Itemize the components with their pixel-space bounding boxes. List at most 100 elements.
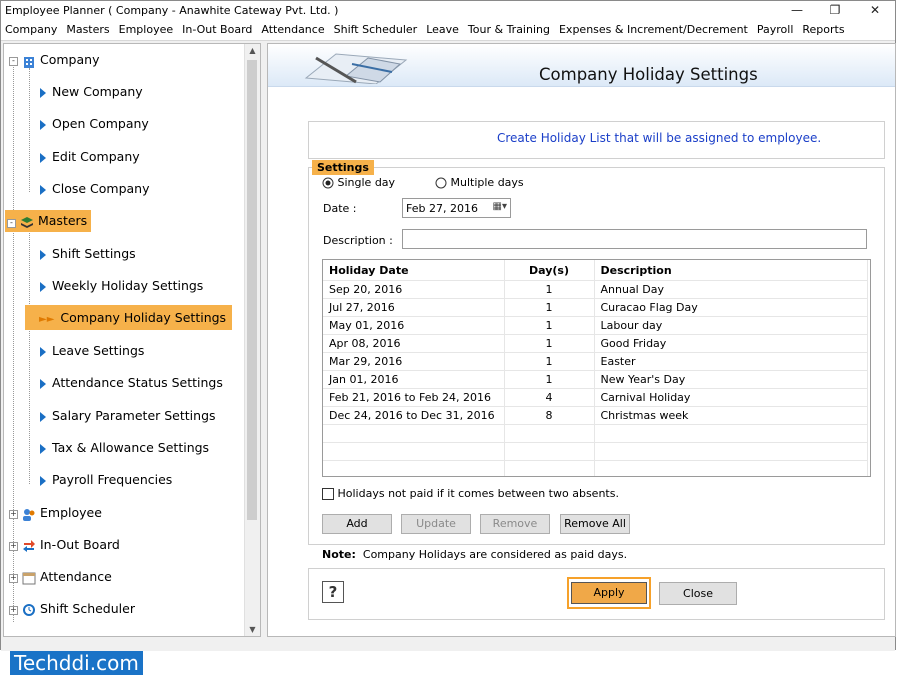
menu-masters[interactable]: Masters bbox=[62, 21, 114, 39]
arrow-icon bbox=[40, 249, 46, 260]
tree-payroll-frequencies[interactable]: Payroll Frequencies bbox=[40, 472, 172, 487]
apply-button[interactable]: Apply bbox=[571, 582, 647, 604]
single-day-radio[interactable]: Single day bbox=[322, 176, 395, 189]
tree-edit-company[interactable]: Edit Company bbox=[40, 149, 140, 164]
collapse-icon[interactable]: - bbox=[9, 57, 18, 66]
help-icon[interactable]: ? bbox=[322, 581, 344, 603]
tree-item-label: Payroll Frequencies bbox=[52, 472, 173, 487]
tree-line bbox=[29, 230, 30, 484]
cell-description: New Year's Day bbox=[594, 370, 868, 389]
restore-icon[interactable]: ❐ bbox=[816, 1, 854, 21]
scroll-down-icon[interactable]: ▼ bbox=[245, 625, 260, 634]
menu-employee[interactable]: Employee bbox=[115, 21, 178, 39]
note-label: Note: bbox=[322, 548, 356, 561]
menu-leave[interactable]: Leave bbox=[422, 21, 464, 39]
menu-attendance[interactable]: Attendance bbox=[257, 21, 329, 39]
tree-item-label: Attendance Status Settings bbox=[52, 375, 223, 390]
description-input[interactable] bbox=[402, 229, 867, 249]
tree-item-label: Weekly Holiday Settings bbox=[52, 278, 204, 293]
close-icon[interactable]: ✕ bbox=[856, 1, 894, 21]
menu-tour-training[interactable]: Tour & Training bbox=[464, 21, 555, 39]
arrow-icon bbox=[40, 378, 46, 389]
tree-employee[interactable]: Employee bbox=[22, 505, 102, 521]
watermark-logo: Techddi.com bbox=[10, 651, 143, 675]
settings-label: Settings bbox=[312, 160, 374, 175]
cell-date: Sep 20, 2016 bbox=[323, 280, 505, 299]
add-button[interactable]: Add bbox=[322, 514, 392, 534]
cell-days: 4 bbox=[504, 388, 595, 407]
date-value: Feb 27, 2016 bbox=[406, 202, 478, 215]
expand-icon[interactable]: + bbox=[9, 606, 18, 615]
tree-company-holiday-settings[interactable]: ►► Company Holiday Settings bbox=[25, 305, 233, 330]
col-days[interactable]: Day(s) bbox=[504, 260, 595, 281]
menu-reports[interactable]: Reports bbox=[798, 21, 849, 39]
tree-salary-parameter-settings[interactable]: Salary Parameter Settings bbox=[40, 408, 216, 423]
cell-description: Easter bbox=[594, 352, 868, 371]
menu-shift-scheduler[interactable]: Shift Scheduler bbox=[330, 21, 423, 39]
table-row[interactable]: Jan 01, 2016 1 New Year's Day bbox=[323, 370, 868, 389]
tree-scrollbar[interactable]: ▲ ▼ bbox=[244, 44, 260, 636]
tree-attendance-status-settings[interactable]: Attendance Status Settings bbox=[40, 375, 223, 390]
menu-bar: Company Masters Employee In-Out Board Attend… bbox=[1, 21, 895, 54]
table-row[interactable]: Dec 24, 2016 to Dec 31, 2016 8 Christmas w… bbox=[323, 406, 868, 425]
close-button[interactable]: Close bbox=[659, 582, 737, 605]
expand-icon[interactable]: + bbox=[9, 574, 18, 583]
arrow-icon bbox=[40, 346, 46, 357]
tree-company[interactable]: Company bbox=[22, 52, 99, 68]
table-row[interactable]: Feb 21, 2016 to Feb 24, 2016 4 Carnival Ho… bbox=[323, 388, 868, 407]
menu-payroll[interactable]: Payroll bbox=[753, 21, 799, 39]
note-text: Company Holidays are considered as paid … bbox=[362, 548, 628, 561]
apply-highlight: Apply bbox=[567, 577, 651, 609]
minimize-button[interactable]: — bbox=[778, 1, 816, 21]
cell-days: 1 bbox=[504, 298, 595, 317]
footer-panel: ? Apply Close bbox=[308, 568, 885, 620]
expand-icon[interactable]: + bbox=[9, 542, 18, 551]
table-row[interactable]: Sep 20, 2016 1 Annual Day bbox=[323, 280, 868, 299]
banner-image-icon bbox=[296, 46, 416, 87]
update-button[interactable]: Update bbox=[401, 514, 471, 534]
tree-tax-allowance-settings[interactable]: Tax & Allowance Settings bbox=[40, 440, 209, 455]
scroll-up-icon[interactable]: ▲ bbox=[245, 46, 260, 55]
tree-masters[interactable]: - Masters bbox=[5, 210, 92, 232]
tree-item-label: Close Company bbox=[52, 181, 150, 196]
multiple-days-radio[interactable]: Multiple days bbox=[435, 176, 524, 189]
tree-close-company[interactable]: Close Company bbox=[40, 181, 150, 196]
arrow-icon bbox=[40, 443, 46, 454]
swap-arrows-icon bbox=[22, 539, 36, 553]
tree-shift-settings[interactable]: Shift Settings bbox=[40, 246, 136, 261]
scroll-thumb[interactable] bbox=[247, 60, 257, 520]
col-description[interactable]: Description bbox=[594, 260, 868, 281]
remove-all-button[interactable]: Remove All bbox=[560, 514, 630, 534]
tree-item-label: Salary Parameter Settings bbox=[52, 408, 216, 423]
tree-attendance[interactable]: Attendance bbox=[22, 569, 112, 585]
tree-shift-scheduler[interactable]: Shift Scheduler bbox=[22, 601, 135, 617]
cell-days: 8 bbox=[504, 406, 595, 425]
cell-description: Carnival Holiday bbox=[594, 388, 868, 407]
date-picker[interactable]: Feb 27, 2016 ▦▾ bbox=[402, 198, 511, 218]
holiday-table: Holiday Date Day(s) Description Sep 20, … bbox=[322, 259, 871, 477]
collapse-icon[interactable]: - bbox=[7, 219, 16, 228]
col-holiday-date[interactable]: Holiday Date bbox=[323, 260, 505, 281]
tree-weekly-holiday-settings[interactable]: Weekly Holiday Settings bbox=[40, 278, 203, 293]
table-row[interactable]: Apr 08, 2016 1 Good Friday bbox=[323, 334, 868, 353]
calendar-dropdown-icon[interactable]: ▦▾ bbox=[493, 201, 507, 212]
checkbox-label: Holidays not paid if it comes between tw… bbox=[337, 487, 619, 500]
tree-item-label: Tax & Allowance Settings bbox=[52, 440, 210, 455]
tree-in-out-board[interactable]: In-Out Board bbox=[22, 537, 120, 553]
table-row[interactable]: Jul 27, 2016 1 Curacao Flag Day bbox=[323, 298, 868, 317]
expand-icon[interactable]: + bbox=[9, 510, 18, 519]
page-banner: Company Holiday Settings bbox=[268, 44, 895, 87]
status-bar bbox=[1, 639, 895, 651]
tree-new-company[interactable]: New Company bbox=[40, 84, 143, 99]
menu-expenses[interactable]: Expenses & Increment/Decrement bbox=[555, 21, 753, 39]
table-row[interactable]: May 01, 2016 1 Labour day bbox=[323, 316, 868, 335]
cell-date: Feb 21, 2016 to Feb 24, 2016 bbox=[323, 388, 505, 407]
menu-in-out-board[interactable]: In-Out Board bbox=[178, 21, 257, 39]
menu-company[interactable]: Company bbox=[1, 21, 62, 39]
remove-button[interactable]: Remove bbox=[480, 514, 550, 534]
table-row[interactable]: Mar 29, 2016 1 Easter bbox=[323, 352, 868, 371]
tree-open-company[interactable]: Open Company bbox=[40, 116, 149, 131]
cell-days: 1 bbox=[504, 280, 595, 299]
unpaid-holidays-checkbox[interactable]: Holidays not paid if it comes between tw… bbox=[322, 487, 619, 500]
tree-leave-settings[interactable]: Leave Settings bbox=[40, 343, 144, 358]
